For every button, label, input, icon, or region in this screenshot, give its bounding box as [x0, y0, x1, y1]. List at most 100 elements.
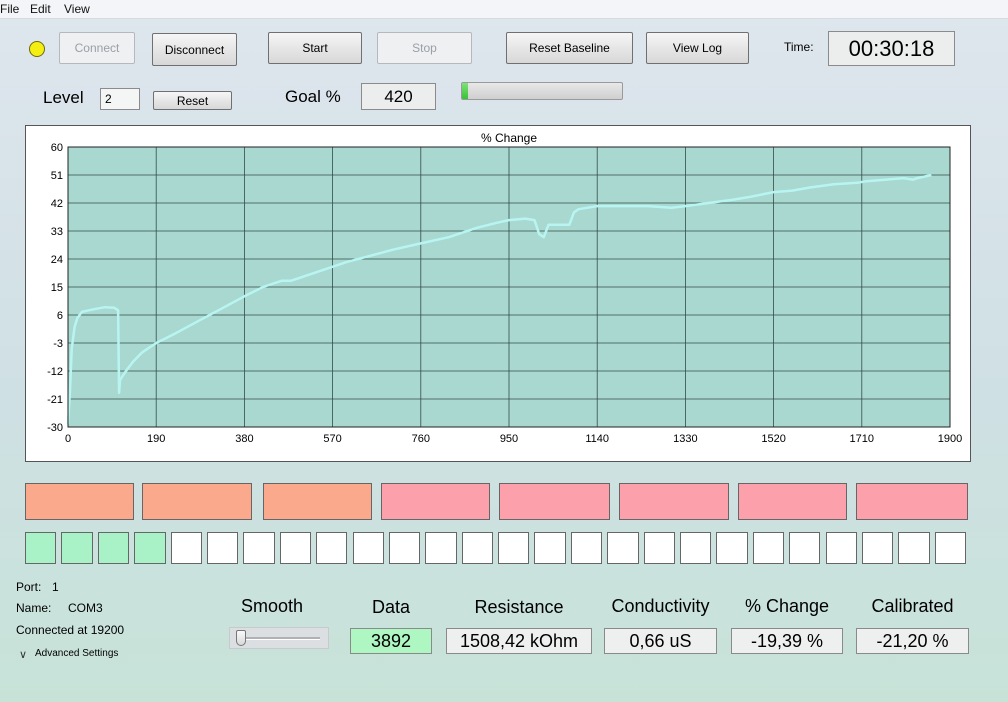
- level-cell: [352, 532, 384, 564]
- connect-button[interactable]: Connect: [59, 32, 135, 64]
- menu-edit[interactable]: Edit: [30, 2, 51, 16]
- level-cell: [206, 532, 239, 564]
- menu-bar: File Edit View: [0, 0, 1008, 19]
- indicator-swatch: [856, 483, 968, 520]
- advanced-settings-link[interactable]: Advanced Settings: [35, 648, 118, 659]
- time-display: 00:30:18: [828, 31, 955, 66]
- goal-progress-fill: [462, 83, 469, 99]
- name-value: COM3: [68, 601, 103, 615]
- calibrated-label: Calibrated: [871, 596, 954, 616]
- x-tick-label: 760: [412, 433, 430, 445]
- y-tick-label: 60: [51, 142, 63, 154]
- port-label: Port:: [16, 580, 42, 594]
- x-tick-label: 1520: [761, 433, 785, 445]
- calibrated-value: -21,20 %: [856, 628, 969, 654]
- level-cell: [825, 532, 857, 564]
- port-value: 1: [52, 580, 59, 594]
- level-cell: [25, 532, 57, 564]
- y-tick-label: -21: [47, 394, 63, 406]
- x-tick-label: 1710: [850, 433, 874, 445]
- level-cell: [570, 532, 603, 564]
- time-label: Time:: [784, 40, 814, 54]
- resistance-label: Resistance: [474, 597, 564, 617]
- level-cell: [134, 532, 166, 564]
- x-tick-label: 190: [147, 433, 165, 445]
- percent-change-value: -19,39 %: [731, 628, 843, 654]
- x-tick-label: 1900: [938, 433, 962, 445]
- level-cell: [425, 532, 457, 564]
- level-cell: [643, 532, 675, 564]
- x-tick-label: 570: [323, 433, 341, 445]
- level-cell: [388, 532, 421, 564]
- level-cell: [61, 532, 93, 564]
- level-cell: [898, 532, 930, 564]
- smooth-slider-track: [238, 637, 320, 640]
- data-value: 3892: [350, 628, 432, 654]
- indicator-swatch: [25, 483, 134, 520]
- indicator-swatch: [263, 483, 372, 520]
- level-cell: [789, 532, 821, 564]
- menu-view[interactable]: View: [64, 2, 90, 16]
- smooth-label: Smooth: [240, 596, 304, 616]
- level-cell: [861, 532, 894, 564]
- level-cell: [279, 532, 312, 564]
- view-log-button[interactable]: View Log: [646, 32, 749, 64]
- percent-change-label: % Change: [744, 596, 830, 616]
- level-cell: [498, 532, 530, 564]
- y-tick-label: 33: [51, 226, 63, 238]
- x-tick-label: 1140: [585, 433, 609, 445]
- indicator-swatch: [381, 483, 490, 520]
- level-cell: [607, 532, 639, 564]
- chart-svg: % Change 0 190 380 570 760 950 1140 1330 1520 1710…: [47, 131, 962, 445]
- reset-baseline-button[interactable]: Reset Baseline: [506, 32, 633, 64]
- percent-change-chart: % Change 0 190 380 570 760 950 1140 1330 1520 1710…: [25, 125, 971, 462]
- level-cell: [243, 532, 275, 564]
- level-input[interactable]: 2: [100, 88, 140, 110]
- conductivity-label: Conductivity: [611, 596, 710, 616]
- y-tick-label: -12: [47, 366, 63, 378]
- level-label: Level: [43, 88, 84, 107]
- indicator-swatch: [738, 483, 847, 520]
- level-reset-button[interactable]: Reset: [153, 91, 232, 110]
- indicator-swatch: [142, 483, 252, 520]
- start-button[interactable]: Start: [268, 32, 362, 64]
- conductivity-value: 0,66 uS: [604, 628, 717, 654]
- chevron-down-icon[interactable]: ∨: [19, 648, 27, 661]
- y-tick-label: 6: [57, 310, 63, 322]
- stop-button[interactable]: Stop: [377, 32, 472, 64]
- level-cell: [170, 532, 202, 564]
- data-label: Data: [371, 597, 411, 617]
- x-tick-label: 380: [235, 433, 253, 445]
- menu-file[interactable]: File: [0, 2, 19, 16]
- x-tick-label: 950: [500, 433, 518, 445]
- y-tick-label: 51: [51, 170, 63, 182]
- y-tick-label: 24: [51, 254, 63, 266]
- connection-status-text: Connected at 19200: [16, 623, 125, 637]
- level-cell: [316, 532, 348, 564]
- y-tick-label: 42: [51, 198, 63, 210]
- level-cell: [679, 532, 712, 564]
- goal-value: 420: [361, 83, 436, 110]
- y-tick-label: -30: [47, 422, 63, 434]
- disconnect-button[interactable]: Disconnect: [152, 33, 237, 66]
- level-cell: [716, 532, 748, 564]
- goal-progress-bar: [461, 82, 623, 100]
- resistance-value: 1508,42 kOhm: [446, 628, 592, 654]
- level-cell: [534, 532, 566, 564]
- x-tick-label: 0: [65, 433, 71, 445]
- x-tick-label: 1330: [673, 433, 697, 445]
- chart-title: % Change: [481, 131, 537, 145]
- goal-label: Goal %: [285, 87, 341, 106]
- level-cell: [934, 532, 966, 564]
- level-cell: [461, 532, 493, 564]
- smooth-slider-thumb[interactable]: [236, 630, 246, 646]
- connection-status-lamp: [29, 41, 45, 57]
- level-cell: [752, 532, 785, 564]
- y-tick-label: -3: [53, 338, 63, 350]
- indicator-swatch: [499, 483, 610, 520]
- indicator-swatch: [619, 483, 729, 520]
- smooth-slider[interactable]: [229, 627, 329, 649]
- level-cell: [97, 532, 130, 564]
- name-label: Name:: [16, 601, 52, 615]
- y-tick-label: 15: [51, 282, 63, 294]
